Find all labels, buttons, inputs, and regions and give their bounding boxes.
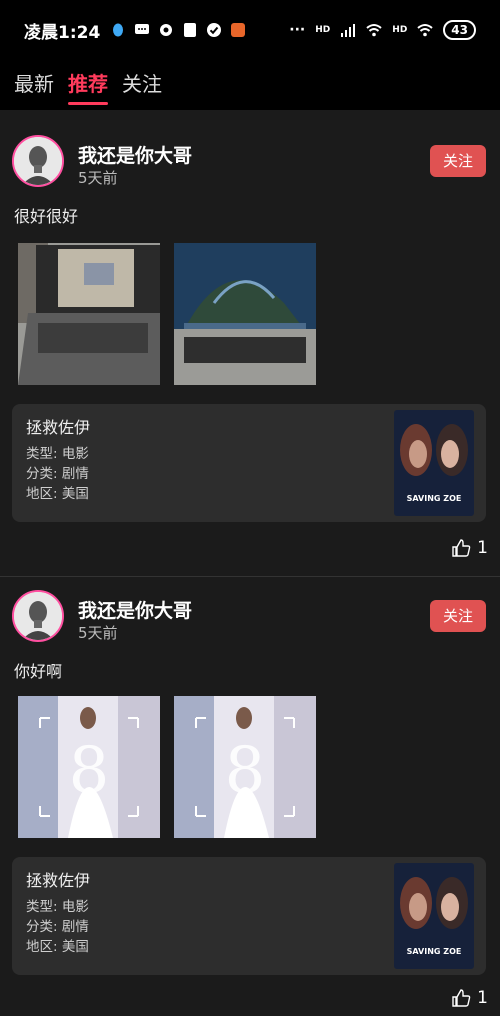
- svg-text:8: 8: [69, 734, 110, 808]
- post-image-laptop-1[interactable]: [18, 243, 160, 385]
- movie-poster-title: SAVING ZOE: [406, 494, 462, 503]
- movie-genre: 分类: 剧情: [26, 919, 89, 935]
- gear-icon: [160, 24, 173, 36]
- hd-label-1: HD: [315, 25, 331, 35]
- post-text: 你好啊: [14, 662, 63, 681]
- signal-icon: [341, 24, 356, 37]
- like-button[interactable]: 1: [451, 538, 488, 558]
- message-icon: [135, 24, 150, 34]
- follow-button[interactable]: 关注: [430, 600, 486, 632]
- avatar-portrait-icon: [14, 592, 62, 640]
- like-button[interactable]: 1: [451, 988, 488, 1008]
- post-image-womens-day-2[interactable]: 8: [174, 696, 316, 838]
- battery-indicator: 43: [443, 20, 476, 40]
- movie-poster-title: SAVING ZOE: [406, 947, 462, 956]
- like-count: 1: [477, 538, 488, 558]
- wifi-icon: [366, 24, 382, 37]
- movie-genre: 分类: 剧情: [26, 466, 89, 482]
- movie-poster: SAVING ZOE: [394, 410, 474, 516]
- movie-title: 拯救佐伊: [26, 418, 91, 437]
- post-text: 很好很好: [14, 207, 79, 226]
- post-card: 我还是你大哥 5天前 关注 很好很好 拯救佐伊 类型: 电影 分类: 剧情 地区…: [0, 125, 500, 565]
- movie-region: 地区: 美国: [26, 939, 89, 955]
- more-dots: ···: [289, 22, 306, 38]
- tab-latest[interactable]: 最新: [14, 68, 54, 103]
- post-image-laptop-2[interactable]: [174, 243, 316, 385]
- thumbs-up-icon: [452, 539, 471, 557]
- check-icon: [207, 23, 222, 37]
- thumbs-up-icon: [452, 989, 471, 1007]
- post-card: 我还是你大哥 5天前 关注 你好啊 8 8 拯救佐伊 类型: 电影 分类: 剧情…: [0, 580, 500, 1016]
- movie-type: 类型: 电影: [26, 446, 89, 462]
- womens-day-photo-icon-2: 8: [174, 696, 316, 838]
- qq-icon: [113, 23, 124, 37]
- tab-following[interactable]: 关注: [122, 68, 162, 103]
- movie-card[interactable]: 拯救佐伊 类型: 电影 分类: 剧情 地区: 美国 SAVING ZOE: [12, 404, 486, 522]
- tab-recommended[interactable]: 推荐: [68, 68, 108, 105]
- laptop-photo-icon: [18, 243, 160, 385]
- post-time: 5天前: [78, 624, 118, 642]
- avatar-portrait-icon: [14, 137, 62, 185]
- status-time: 凌晨1:24: [24, 22, 101, 43]
- avatar[interactable]: [12, 135, 64, 187]
- follow-button[interactable]: 关注: [430, 145, 486, 177]
- app-icon: [184, 23, 197, 37]
- movie-type: 类型: 电影: [26, 899, 89, 915]
- laptop-photo-icon-2: [174, 243, 316, 385]
- post-divider: [0, 576, 500, 577]
- movie-region: 地区: 美国: [26, 486, 89, 502]
- hd-label-2: HD: [392, 25, 408, 35]
- svg-text:8: 8: [225, 734, 266, 808]
- username[interactable]: 我还是你大哥: [78, 141, 192, 168]
- wifi-icon-2: [417, 24, 433, 37]
- movie-title: 拯救佐伊: [26, 871, 91, 890]
- notification-icons: [110, 22, 246, 38]
- post-time: 5天前: [78, 169, 118, 187]
- movie-poster: SAVING ZOE: [394, 863, 474, 969]
- womens-day-photo-icon: 8: [18, 696, 160, 838]
- top-tabs: 最新 推荐 关注: [0, 60, 500, 110]
- post-image-womens-day-1[interactable]: 8: [18, 696, 160, 838]
- like-count: 1: [477, 988, 488, 1008]
- username[interactable]: 我还是你大哥: [78, 596, 192, 623]
- status-bar: 凌晨1:24 ··· HD HD 43: [0, 0, 500, 60]
- mi-icon: [231, 23, 246, 37]
- status-right: ··· HD HD 43: [289, 20, 476, 40]
- avatar[interactable]: [12, 590, 64, 642]
- movie-card[interactable]: 拯救佐伊 类型: 电影 分类: 剧情 地区: 美国 SAVING ZOE: [12, 857, 486, 975]
